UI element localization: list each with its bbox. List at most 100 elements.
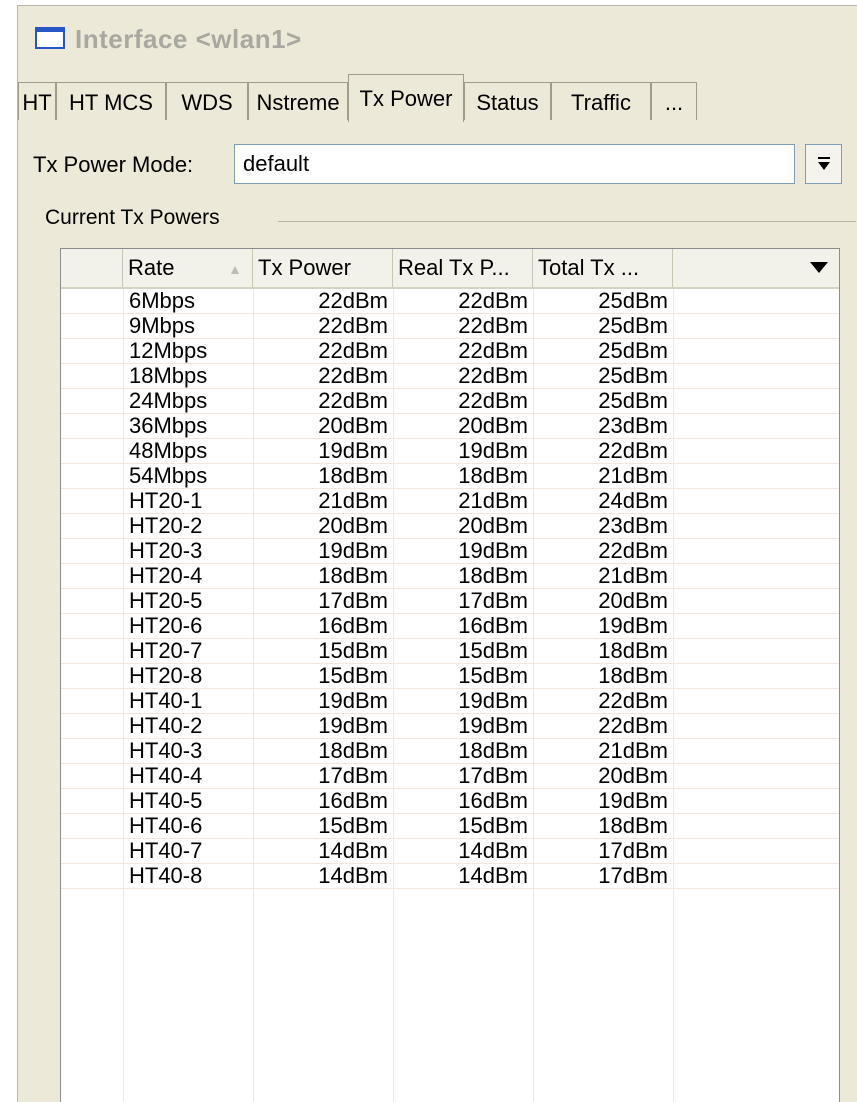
col-rate-header[interactable]: Rate ▲ [123,249,253,287]
table-row[interactable]: HT20-2 20dBm 20dBm 23dBm [61,514,839,539]
rate-cell: 12Mbps [129,338,208,363]
rate-cell: 54Mbps [129,463,208,488]
rate-cell: HT20-3 [129,538,203,563]
table-row[interactable]: 9Mbps 22dBm 22dBm 25dBm [61,314,839,339]
total-tx-power-cell: 18dBm [598,638,668,663]
table-row[interactable]: 12Mbps 22dBm 22dBm 25dBm [61,339,839,364]
real-tx-power-cell: 22dBm [458,388,528,413]
tx-power-cell: 22dBm [318,338,388,363]
real-tx-power-cell: 22dBm [458,363,528,388]
tx-power-cell: 15dBm [318,813,388,838]
col-rate-header-label: Rate [128,255,175,280]
col-tx-power-header[interactable]: Tx Power [253,249,393,287]
col-extra-header[interactable] [673,249,839,287]
title-bar[interactable]: Interface <wlan1> [18,6,857,70]
table-row[interactable]: HT40-8 14dBm 14dBm 17dBm [61,864,839,889]
tx-power-cell: 22dBm [318,288,388,313]
table-row[interactable]: HT40-7 14dBm 14dBm 17dBm [61,839,839,864]
tab-status[interactable]: Status [464,82,551,122]
rate-cell: 18Mbps [129,363,208,388]
total-tx-power-cell: 18dBm [598,813,668,838]
rate-cell: HT40-8 [129,863,203,888]
rate-cell: HT40-7 [129,838,203,863]
total-tx-power-cell: 25dBm [598,363,668,388]
column-menu-icon[interactable] [809,261,829,275]
col-total-tx-power-header[interactable]: Total Tx ... [533,249,673,287]
column-divider [533,289,534,1102]
total-tx-power-cell: 22dBm [598,438,668,463]
col-real-tx-power-header[interactable]: Real Tx P... [393,249,533,287]
table-row[interactable]: HT20-8 15dBm 15dBm 18dBm [61,664,839,689]
rate-cell: HT20-6 [129,613,203,638]
tx-power-cell: 18dBm [318,738,388,763]
real-tx-power-cell: 15dBm [458,638,528,663]
real-tx-power-cell: 14dBm [458,838,528,863]
col-select-header[interactable] [61,249,123,287]
table-row[interactable]: HT40-6 15dBm 15dBm 18dBm [61,814,839,839]
table-row[interactable]: HT40-1 19dBm 19dBm 22dBm [61,689,839,714]
tx-power-cell: 18dBm [318,463,388,488]
table-row[interactable]: HT40-4 17dBm 17dBm 20dBm [61,764,839,789]
table-row[interactable]: 6Mbps 22dBm 22dBm 25dBm [61,289,839,314]
column-divider [123,289,124,1102]
total-tx-power-cell: 25dBm [598,288,668,313]
tab-nstreme[interactable]: Nstreme [248,82,348,122]
table-row[interactable]: HT40-3 18dBm 18dBm 21dBm [61,739,839,764]
table-row[interactable]: HT20-7 15dBm 15dBm 18dBm [61,639,839,664]
total-tx-power-cell: 25dBm [598,338,668,363]
real-tx-power-cell: 16dBm [458,788,528,813]
rate-cell: HT40-3 [129,738,203,763]
tab-tx-power[interactable]: Tx Power [348,74,464,122]
table-row[interactable]: 54Mbps 18dBm 18dBm 21dBm [61,464,839,489]
table-row[interactable]: 24Mbps 22dBm 22dBm 25dBm [61,389,839,414]
table-row[interactable]: 48Mbps 19dBm 19dBm 22dBm [61,439,839,464]
rate-cell: HT40-1 [129,688,203,713]
table-row[interactable]: HT20-3 19dBm 19dBm 22dBm [61,539,839,564]
tx-power-mode-select[interactable]: default [234,144,795,184]
real-tx-power-cell: 19dBm [458,688,528,713]
rate-cell: 36Mbps [129,413,208,438]
tx-power-cell: 19dBm [318,538,388,563]
tab-wds[interactable]: WDS [166,82,248,122]
real-tx-power-cell: 18dBm [458,738,528,763]
table-row[interactable]: 18Mbps 22dBm 22dBm 25dBm [61,364,839,389]
tab-more[interactable]: ... [651,82,697,122]
table-row[interactable]: HT40-5 16dBm 16dBm 19dBm [61,789,839,814]
col-real-tx-power-header-label: Real Tx P... [398,255,510,280]
tx-power-cell: 22dBm [318,363,388,388]
total-tx-power-cell: 17dBm [598,838,668,863]
tx-power-cell: 22dBm [318,313,388,338]
total-tx-power-cell: 21dBm [598,463,668,488]
tx-power-cell: 20dBm [318,413,388,438]
rate-cell: HT20-1 [129,488,203,513]
table-row[interactable]: HT20-5 17dBm 17dBm 20dBm [61,589,839,614]
tab-ht-mcs[interactable]: HT MCS [56,82,166,122]
total-tx-power-cell: 22dBm [598,713,668,738]
tx-power-cell: 16dBm [318,788,388,813]
real-tx-power-cell: 20dBm [458,413,528,438]
real-tx-power-cell: 18dBm [458,463,528,488]
rate-cell: HT20-2 [129,513,203,538]
table-row[interactable]: HT40-2 19dBm 19dBm 22dBm [61,714,839,739]
rate-cell: 6Mbps [129,288,196,313]
rate-cell: HT20-4 [129,563,203,588]
tab-ht[interactable]: HT [18,82,56,122]
total-tx-power-cell: 20dBm [598,588,668,613]
tab-traffic[interactable]: Traffic [551,82,651,122]
table-row[interactable]: HT20-6 16dBm 16dBm 19dBm [61,614,839,639]
rate-cell: HT40-2 [129,713,203,738]
real-tx-power-cell: 18dBm [458,563,528,588]
rate-cell: HT40-5 [129,788,203,813]
real-tx-power-cell: 19dBm [458,713,528,738]
total-tx-power-cell: 21dBm [598,738,668,763]
dropdown-toggle-button[interactable] [805,144,842,184]
table-row[interactable]: 36Mbps 20dBm 20dBm 23dBm [61,414,839,439]
total-tx-power-cell: 20dBm [598,763,668,788]
table-row[interactable]: HT20-1 21dBm 21dBm 24dBm [61,489,839,514]
tx-power-cell: 19dBm [318,688,388,713]
window-title: Interface <wlan1> [75,24,302,54]
real-tx-power-cell: 17dBm [458,763,528,788]
table-row[interactable]: HT20-4 18dBm 18dBm 21dBm [61,564,839,589]
tx-power-cell: 14dBm [318,838,388,863]
total-tx-power-cell: 23dBm [598,413,668,438]
